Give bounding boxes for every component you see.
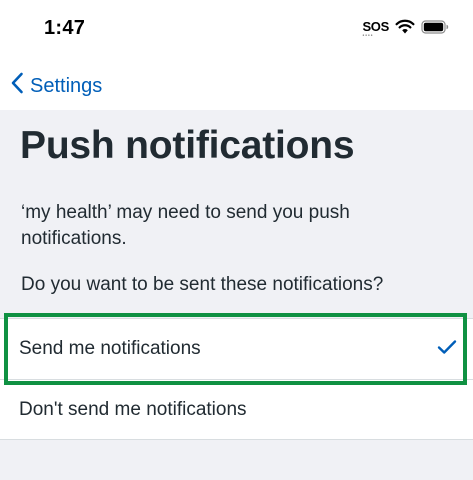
question-text: Do you want to be sent these notificatio… bbox=[21, 274, 384, 295]
status-indicators: SOS •••• bbox=[362, 19, 449, 39]
sos-indicator: SOS •••• bbox=[362, 18, 389, 39]
signal-dots: •••• bbox=[362, 32, 374, 39]
intro-text: ‘my health’ may need to send you push no… bbox=[21, 202, 350, 249]
option-send-notifications[interactable]: Send me notifications bbox=[0, 319, 473, 379]
checkmark-icon bbox=[437, 339, 457, 361]
chevron-left-icon bbox=[10, 72, 24, 100]
option-label: Don't send me notifications bbox=[19, 398, 247, 420]
page-title: Push notifications bbox=[20, 124, 355, 167]
main-content: Push notifications ‘my health’ may need … bbox=[0, 110, 473, 480]
option-dont-send-notifications[interactable]: Don't send me notifications bbox=[0, 379, 473, 439]
battery-icon bbox=[421, 19, 449, 39]
option-label: Send me notifications bbox=[19, 338, 201, 359]
back-button[interactable]: Settings bbox=[10, 72, 102, 100]
sos-label: SOS bbox=[362, 18, 389, 34]
wifi-icon bbox=[395, 19, 415, 39]
status-bar: 1:47 SOS •••• bbox=[0, 0, 473, 60]
navigation-bar: Settings bbox=[0, 60, 473, 110]
notification-options: Send me notifications Don't send me noti… bbox=[0, 318, 473, 440]
status-time: 1:47 bbox=[44, 17, 86, 39]
back-button-label: Settings bbox=[30, 74, 103, 97]
